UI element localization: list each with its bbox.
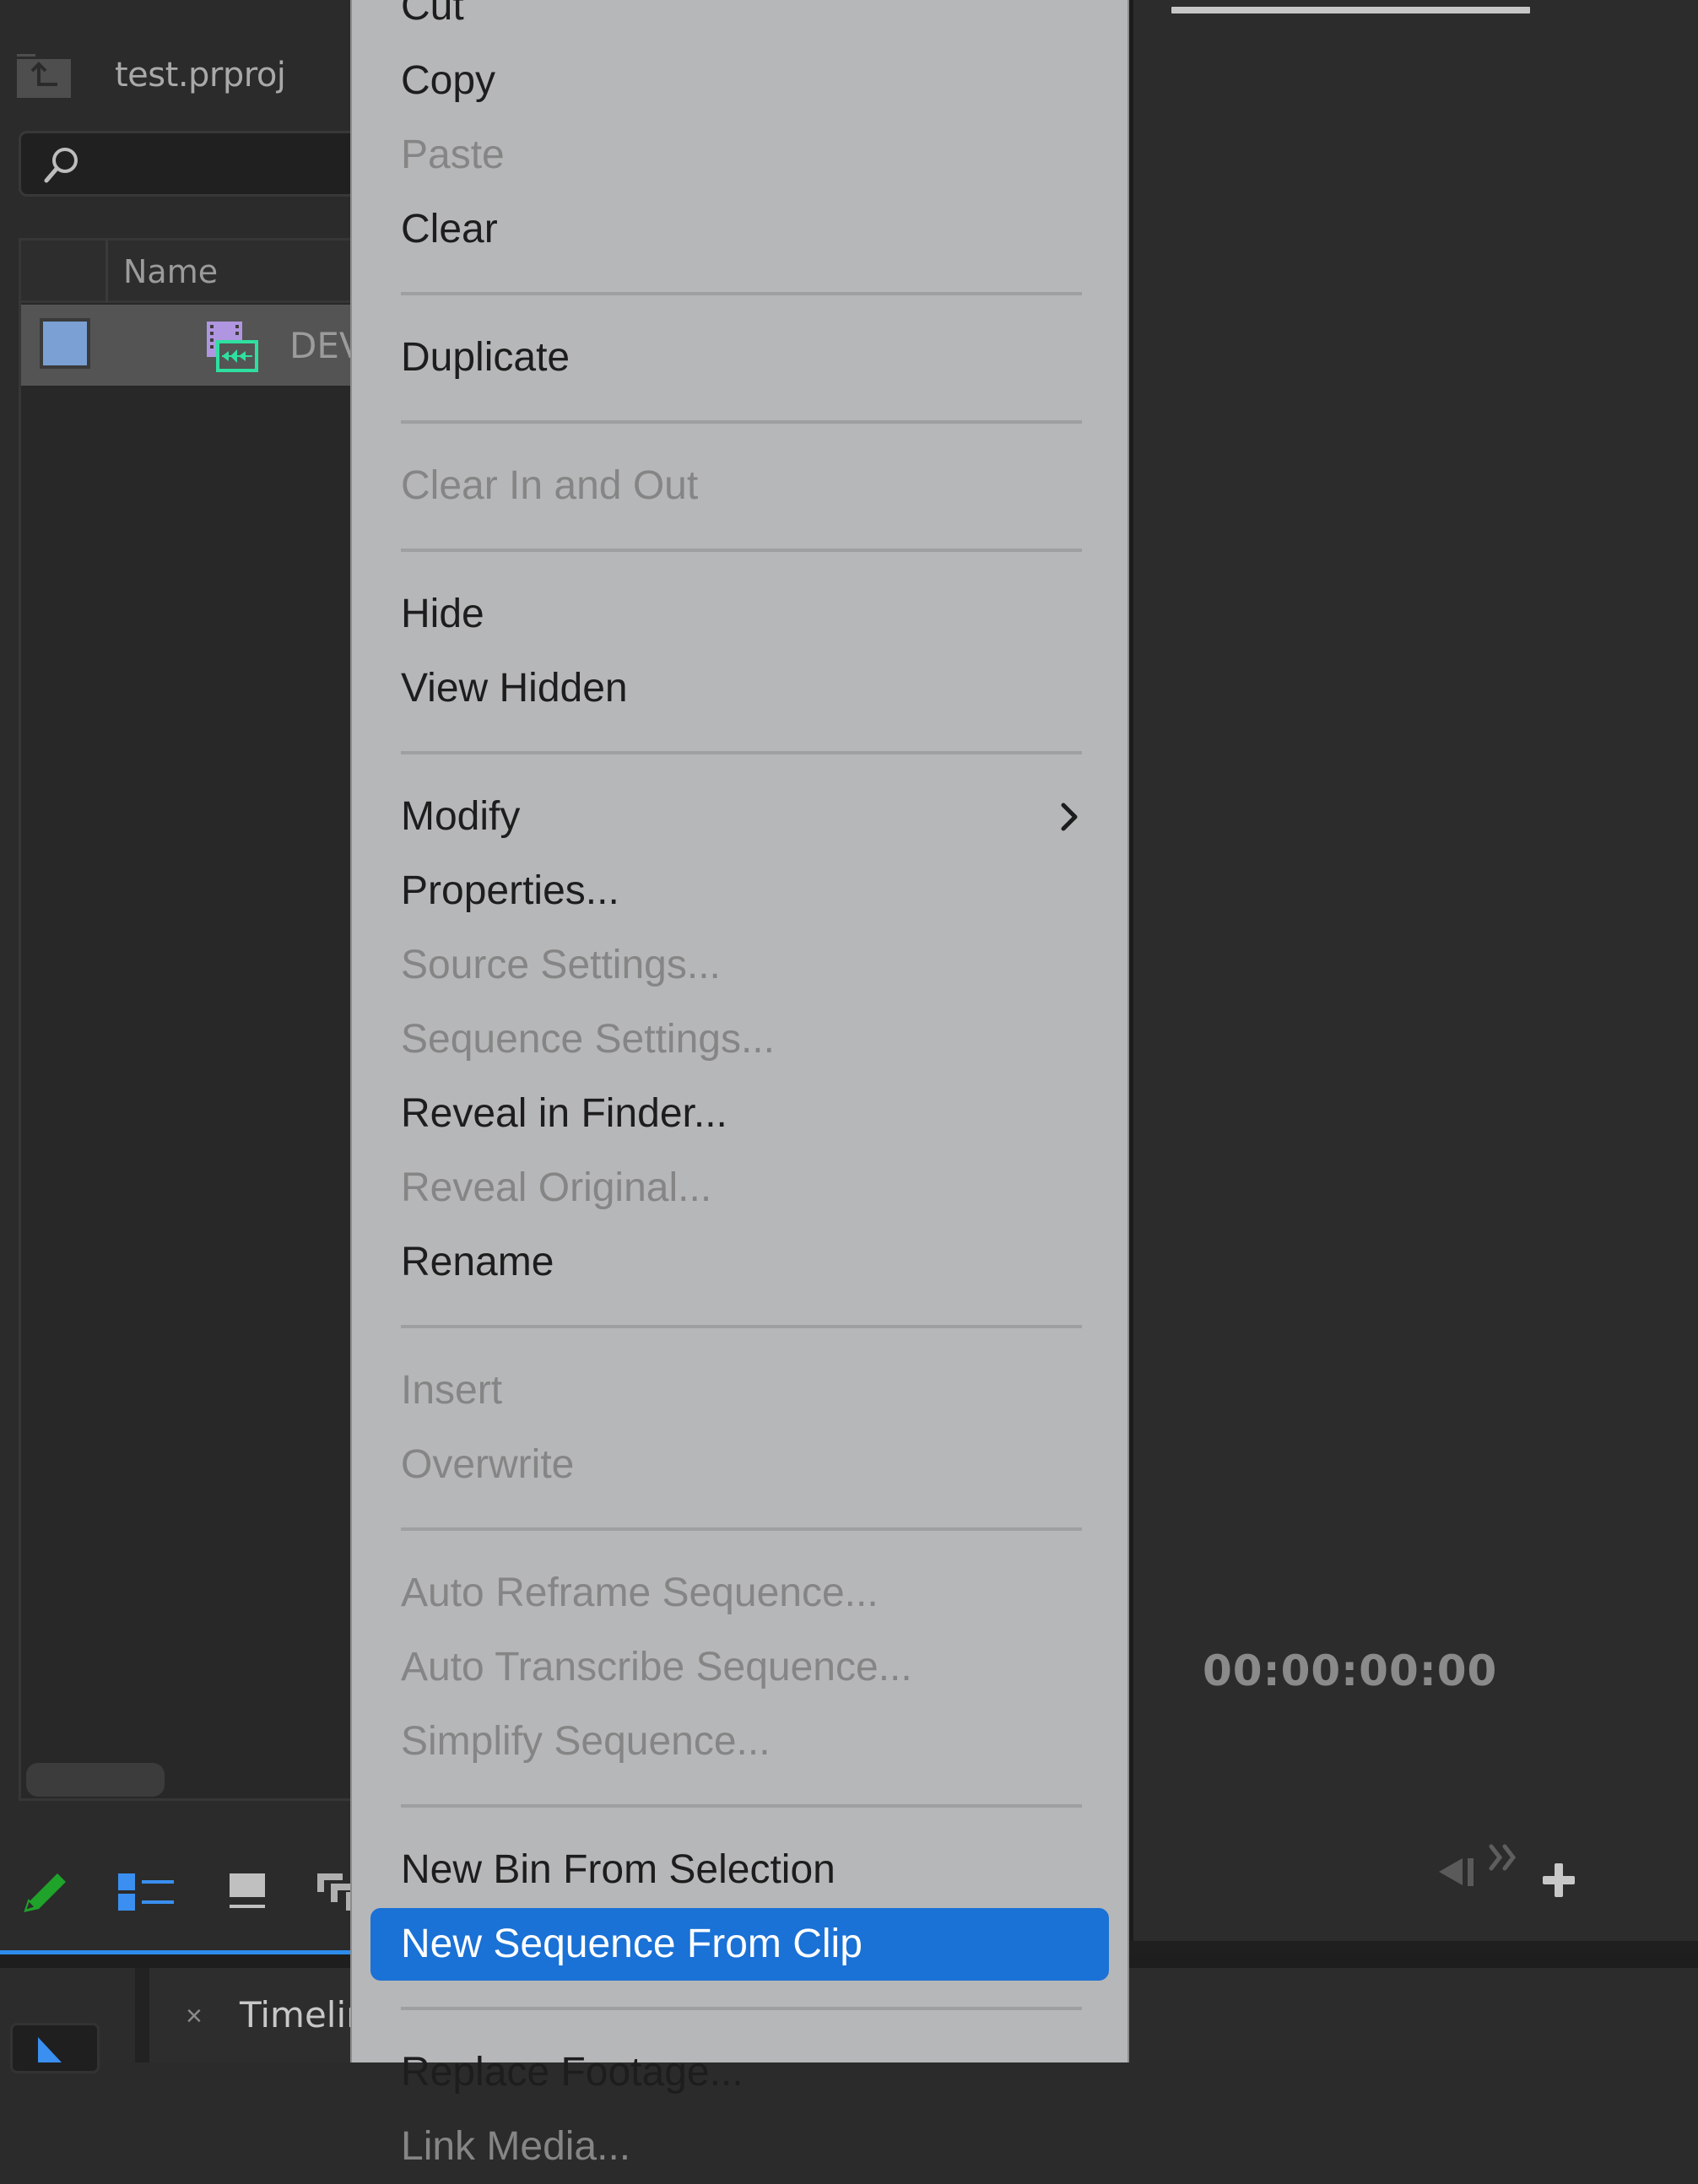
- menu-item-clear-in-and-out[interactable]: Clear In and Out: [352, 449, 1127, 523]
- menu-item-label: Auto Transcribe Sequence...: [401, 1645, 912, 1689]
- menu-item-clear[interactable]: Clear: [352, 192, 1127, 267]
- project-item-list: Name DEV: [19, 238, 364, 1801]
- menu-item-reveal-in-finder[interactable]: Reveal in Finder...: [352, 1077, 1127, 1151]
- menu-item-label: Insert: [401, 1368, 503, 1413]
- selection-tool-icon: [38, 2037, 62, 2062]
- menu-item-properties[interactable]: Properties...: [352, 854, 1127, 928]
- menu-item-label: Replace Footage...: [401, 2050, 744, 2095]
- menu-item-new-bin-from-selection[interactable]: New Bin From Selection: [352, 1833, 1127, 1907]
- menu-item-label: Rename: [401, 1240, 554, 1284]
- column-divider[interactable]: [105, 241, 108, 303]
- menu-item-label: Simplify Sequence...: [401, 1719, 771, 1764]
- menu-item-copy[interactable]: Copy: [352, 44, 1127, 118]
- menu-item-auto-reframe-sequence[interactable]: Auto Reframe Sequence...: [352, 1556, 1127, 1630]
- table-row[interactable]: DEV: [21, 305, 364, 386]
- menu-item-reveal-original[interactable]: Reveal Original...: [352, 1151, 1127, 1225]
- menu-item-paste[interactable]: Paste: [352, 118, 1127, 192]
- menu-item-sequence-settings[interactable]: Sequence Settings...: [352, 1003, 1127, 1077]
- menu-item-replace-footage[interactable]: Replace Footage...: [352, 2035, 1127, 2110]
- list-header: Name: [21, 241, 354, 303]
- monitor-scrub-bar[interactable]: [1171, 7, 1530, 14]
- menu-item-cut[interactable]: Cut: [352, 0, 1127, 44]
- step-back-icon[interactable]: [1439, 1855, 1474, 1889]
- label-color-swatch[interactable]: [40, 318, 90, 369]
- menu-item-label: Duplicate: [401, 335, 571, 380]
- program-monitor-panel: 00:00:00:00: [1127, 0, 1698, 1941]
- context-menu: Cut Copy Paste Clear Duplicate Clear In and O…: [350, 0, 1129, 2169]
- more-controls-icon[interactable]: [1488, 1843, 1518, 1872]
- menu-item-label: Reveal Original...: [401, 1165, 712, 1210]
- menu-item-hide[interactable]: Hide: [352, 577, 1127, 651]
- menu-item-label: Modify: [401, 794, 521, 839]
- menu-item-source-settings[interactable]: Source Settings...: [352, 928, 1127, 1003]
- pencil-icon[interactable]: [19, 1863, 69, 1914]
- menu-item-duplicate[interactable]: Duplicate: [352, 321, 1127, 395]
- menu-item-label: Auto Reframe Sequence...: [401, 1570, 879, 1615]
- menu-item-label: New Sequence From Clip: [401, 1922, 863, 1966]
- search-input[interactable]: [19, 131, 373, 197]
- project-panel: test.prproj Name DEV: [0, 0, 373, 1952]
- menu-item-link-media[interactable]: Link Media...: [352, 2110, 1127, 2184]
- menu-item-auto-transcribe-sequence[interactable]: Auto Transcribe Sequence...: [352, 1630, 1127, 1705]
- menu-item-label: Copy: [401, 58, 496, 103]
- menu-separator: [401, 1527, 1082, 1531]
- menu-separator: [401, 751, 1082, 754]
- name-column-header[interactable]: Name: [123, 251, 218, 293]
- add-button-icon[interactable]: [1543, 1862, 1575, 1899]
- menu-item-label: New Bin From Selection: [401, 1847, 835, 1892]
- menu-item-insert[interactable]: Insert: [352, 1354, 1127, 1428]
- icon-view-icon[interactable]: [230, 1873, 265, 1911]
- menu-separator: [401, 292, 1082, 295]
- menu-item-label: Source Settings...: [401, 943, 721, 987]
- menu-item-label: View Hidden: [401, 666, 628, 711]
- close-tab-icon[interactable]: ×: [186, 1995, 203, 2037]
- menu-item-label: Paste: [401, 132, 505, 177]
- menu-item-label: Cut: [401, 0, 464, 29]
- menu-separator: [401, 1325, 1082, 1328]
- menu-item-label: Properties...: [401, 868, 619, 913]
- panel-divider[interactable]: [135, 1968, 149, 2062]
- menu-item-label: Clear In and Out: [401, 463, 699, 508]
- panel-gutter: [1127, 1941, 1698, 1954]
- timecode-display[interactable]: 00:00:00:00: [1203, 1644, 1497, 1698]
- menu-separator: [401, 2007, 1082, 2010]
- menu-separator: [401, 420, 1082, 424]
- timeline-panel: [1127, 1968, 1698, 2062]
- search-icon: [38, 142, 85, 189]
- list-view-icon[interactable]: [118, 1873, 174, 1911]
- selection-tool-button[interactable]: [10, 2023, 100, 2073]
- menu-item-label: Sequence Settings...: [401, 1017, 775, 1062]
- menu-item-view-hidden[interactable]: View Hidden: [352, 651, 1127, 726]
- menu-item-modify[interactable]: Modify: [352, 780, 1127, 854]
- menu-item-label: Reveal in Finder...: [401, 1091, 727, 1136]
- menu-item-label: Clear: [401, 207, 498, 251]
- menu-item-label: Overwrite: [401, 1442, 575, 1487]
- freeform-view-icon[interactable]: [317, 1873, 354, 1911]
- chevron-right-icon: [1055, 802, 1085, 832]
- menu-item-rename[interactable]: Rename: [352, 1225, 1127, 1300]
- menu-item-label: Link Media...: [401, 2124, 631, 2169]
- project-title: test.prproj: [115, 56, 286, 95]
- menu-item-label: Hide: [401, 592, 484, 636]
- menu-separator: [401, 549, 1082, 552]
- menu-item-new-sequence-from-clip[interactable]: New Sequence From Clip: [352, 1907, 1127, 1981]
- parent-folder-icon[interactable]: [17, 54, 71, 100]
- menu-item-simplify-sequence[interactable]: Simplify Sequence...: [352, 1705, 1127, 1779]
- av-clip-icon: [205, 320, 259, 374]
- horizontal-scrollbar[interactable]: [26, 1763, 165, 1797]
- project-panel-toolbar: [0, 1840, 354, 1941]
- menu-separator: [401, 1804, 1082, 1808]
- menu-item-overwrite[interactable]: Overwrite: [352, 1428, 1127, 1502]
